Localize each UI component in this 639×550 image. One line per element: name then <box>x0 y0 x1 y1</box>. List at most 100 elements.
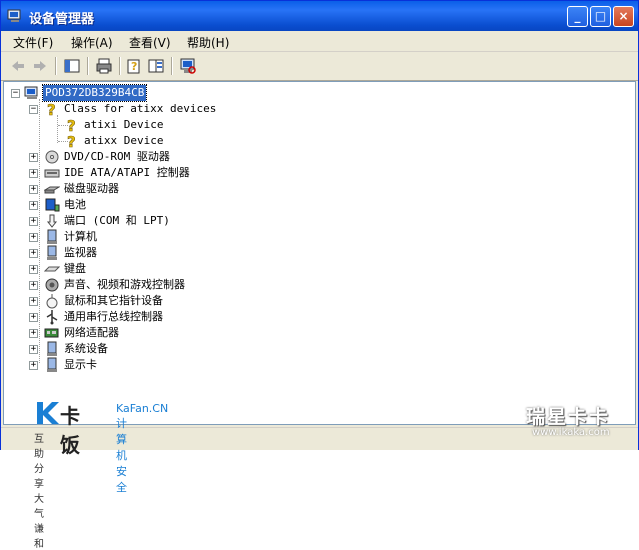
tree-item-label: 端口 (COM 和 LPT) <box>64 214 170 227</box>
tree-item-category[interactable]: + 系统设备 <box>4 341 404 357</box>
show-hide-tree-icon[interactable] <box>63 57 81 75</box>
unknown-device-icon: ? <box>64 117 80 136</box>
tree-item-category[interactable]: + 网络适配器 <box>4 325 404 341</box>
menu-bar: 文件(F) 操作(A) 查看(V) 帮助(H) <box>1 31 638 52</box>
tree-item-category[interactable]: + IDE ATA/ATAPI 控制器 <box>4 165 404 181</box>
expand-toggle[interactable]: + <box>29 153 38 162</box>
tree-item-category[interactable]: + DVD/CD-ROM 驱动器 <box>4 149 404 165</box>
toolbar-separator <box>87 57 89 75</box>
expand-toggle[interactable]: + <box>29 169 38 178</box>
tree-item-label: atixx Device <box>84 134 164 147</box>
device-tree[interactable]: − POD372DB329B4CB − ? Class for atixx de… <box>3 81 636 425</box>
port-icon <box>44 213 60 229</box>
expand-toggle[interactable]: + <box>29 313 38 322</box>
network-adapter-icon <box>44 325 60 341</box>
minimize-button[interactable]: _ <box>567 6 588 27</box>
tree-item-label: 电池 <box>64 198 86 211</box>
monitor-icon <box>44 245 60 261</box>
tree-item-label: 鼠标和其它指针设备 <box>64 294 163 307</box>
expand-toggle[interactable]: + <box>29 297 38 306</box>
kafan-sub-text: 计算机安全 <box>116 417 127 494</box>
expand-toggle[interactable]: + <box>29 281 38 290</box>
forward-arrow-icon[interactable] <box>31 57 49 75</box>
menu-file[interactable]: 文件(F) <box>13 34 53 51</box>
expand-toggle[interactable]: + <box>29 217 38 226</box>
tree-item-device[interactable]: ? atixx Device <box>4 133 304 152</box>
tree-item-label: 声音、视频和游戏控制器 <box>64 278 185 291</box>
menu-help[interactable]: 帮助(H) <box>187 34 229 51</box>
tree-item-device[interactable]: ? atixi Device <box>4 117 304 136</box>
svg-text:?: ? <box>67 133 76 149</box>
toolbar-separator <box>119 57 121 75</box>
tree-item-category[interactable]: + 鼠标和其它指针设备 <box>4 293 404 309</box>
menu-action[interactable]: 操作(A) <box>71 34 113 51</box>
battery-icon <box>44 197 60 213</box>
tree-item-category[interactable]: + 声音、视频和游戏控制器 <box>4 277 404 293</box>
svg-text:?: ? <box>131 60 137 73</box>
collapse-toggle[interactable]: − <box>29 105 38 114</box>
maximize-button[interactable]: □ <box>590 6 611 27</box>
expand-toggle[interactable]: + <box>29 201 38 210</box>
properties-icon[interactable] <box>147 57 165 75</box>
tree-root-label: POD372DB329B4CB <box>41 84 148 102</box>
tree-item-label: IDE ATA/ATAPI 控制器 <box>64 166 190 179</box>
tree-item-category[interactable]: + 监视器 <box>4 245 404 261</box>
tree-item-label: Class for atixx devices <box>64 102 217 115</box>
svg-text:?: ? <box>47 101 56 117</box>
tree-item-label: 计算机 <box>64 230 97 243</box>
unknown-device-icon: ? <box>64 133 80 152</box>
tree-item-label: 监视器 <box>64 246 97 259</box>
computer-icon <box>44 229 60 245</box>
tree-item-label: atixi Device <box>84 118 164 131</box>
tree-item-category[interactable]: + 计算机 <box>4 229 404 245</box>
mouse-icon <box>44 293 60 309</box>
tree-item-label: 磁盘驱动器 <box>64 182 119 195</box>
tree-item-class-atixx[interactable]: − ? Class for atixx devices <box>4 101 304 120</box>
kafan-logo-icon <box>34 400 60 429</box>
tree-item-category[interactable]: + 显示卡 <box>4 357 404 373</box>
tree-item-category[interactable]: + 电池 <box>4 197 404 213</box>
tree-item-label: 键盘 <box>64 262 86 275</box>
keyboard-icon <box>43 261 61 277</box>
usb-icon <box>44 309 60 325</box>
tree-item-label: 通用串行总线控制器 <box>64 310 163 323</box>
system-device-icon <box>44 341 60 357</box>
expand-toggle[interactable]: + <box>29 345 38 354</box>
expand-toggle[interactable]: + <box>29 233 38 242</box>
tree-item-category[interactable]: + 键盘 <box>4 261 404 277</box>
tree-root-node[interactable]: − POD372DB329B4CB <box>4 84 304 102</box>
kafan-en-text: KaFan.CN <box>116 402 169 415</box>
tree-item-label: 系统设备 <box>64 342 108 355</box>
title-bar[interactable]: 设备管理器 _ □ × <box>1 1 638 31</box>
window-title: 设备管理器 <box>29 12 95 27</box>
ikaka-watermark: 瑞星卡卡 www.ikaka.com <box>510 398 637 442</box>
print-icon[interactable] <box>95 57 113 75</box>
tree-item-category[interactable]: + 端口 (COM 和 LPT) <box>4 213 404 229</box>
tree-item-label: DVD/CD-ROM 驱动器 <box>64 150 170 163</box>
tree-item-category[interactable]: + 磁盘驱动器 <box>4 181 404 197</box>
expand-toggle[interactable]: + <box>29 329 38 338</box>
collapse-toggle[interactable]: − <box>11 89 20 98</box>
unknown-device-icon: ? <box>44 101 60 120</box>
properties-help-icon[interactable]: ? <box>125 57 143 75</box>
expand-toggle[interactable]: + <box>29 185 38 194</box>
scan-hardware-icon[interactable] <box>179 57 197 75</box>
back-arrow-icon[interactable] <box>9 57 27 75</box>
device-manager-app-icon <box>7 8 23 27</box>
toolbar-separator <box>171 57 173 75</box>
expand-toggle[interactable]: + <box>29 265 38 274</box>
menu-view[interactable]: 查看(V) <box>129 34 171 51</box>
close-button[interactable]: × <box>613 6 634 27</box>
cdrom-icon <box>44 149 60 165</box>
ikaka-cn-text: 瑞星卡卡 <box>526 406 611 428</box>
device-manager-window: 设备管理器 _ □ × 文件(F) 操作(A) 查看(V) 帮助(H) ? − … <box>0 0 639 450</box>
ide-controller-icon <box>44 165 60 181</box>
kafan-slogan-text: 互助分享 大气谦和 <box>34 434 45 550</box>
expand-toggle[interactable]: + <box>29 361 38 370</box>
toolbar: ? <box>1 52 638 81</box>
expand-toggle[interactable]: + <box>29 249 38 258</box>
disk-drive-icon <box>43 181 61 197</box>
tree-item-label: 网络适配器 <box>64 326 119 339</box>
tree-item-label: 显示卡 <box>64 358 97 371</box>
tree-item-category[interactable]: + 通用串行总线控制器 <box>4 309 404 325</box>
